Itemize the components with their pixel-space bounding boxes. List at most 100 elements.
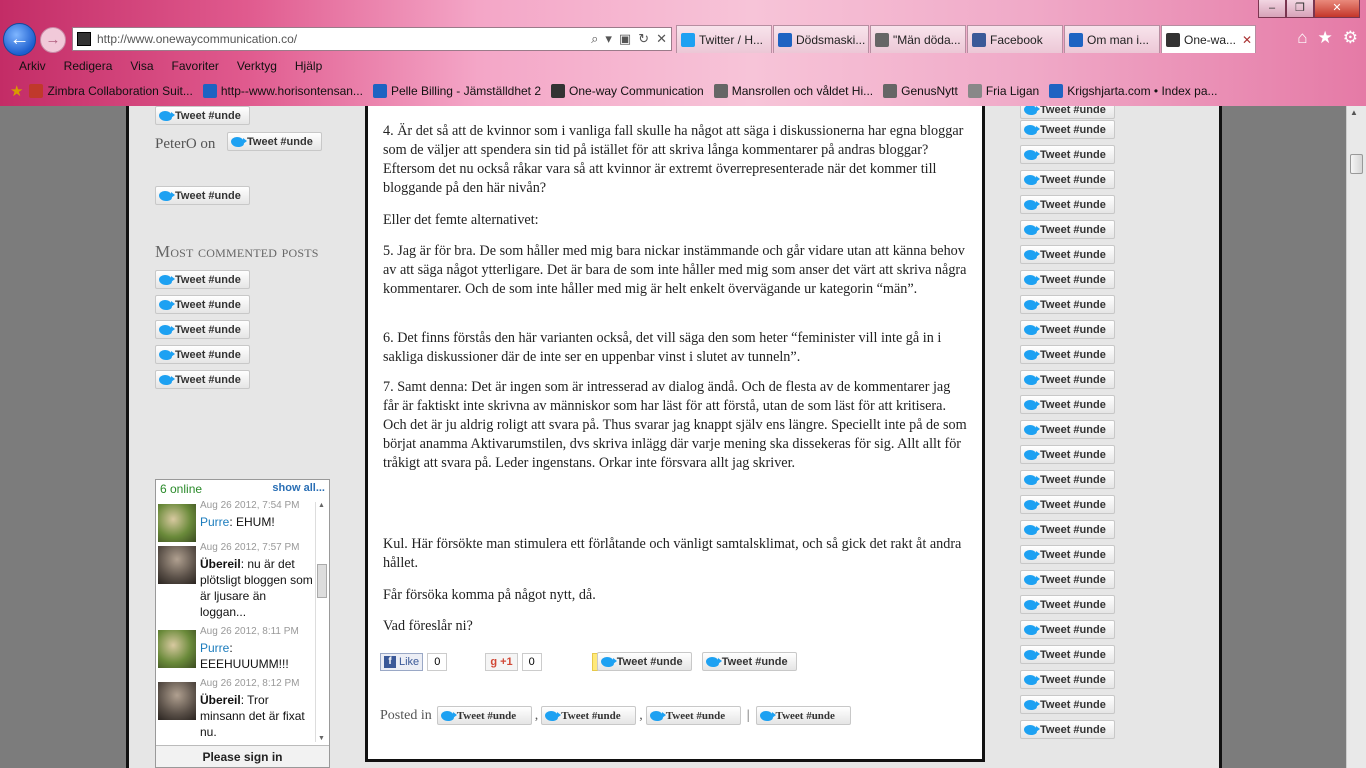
chat-scrollbar[interactable]: ▲ ▼ — [315, 502, 327, 742]
page-scrollbar[interactable]: ▲ — [1346, 106, 1366, 768]
back-button[interactable]: ← — [3, 23, 36, 56]
menu-item[interactable]: Verktyg — [228, 57, 286, 77]
sidebar-tweet-button[interactable]: Tweet #unde — [1020, 170, 1115, 189]
most-commented-tweet-button[interactable]: Tweet #unde — [155, 270, 250, 289]
sidebar-tweet-button[interactable]: Tweet #unde — [1020, 620, 1115, 639]
menu-item[interactable]: Favoriter — [163, 57, 228, 77]
twitter-bird-icon — [159, 274, 175, 285]
sidebar-tweet-button[interactable]: Tweet #unde — [1020, 670, 1115, 689]
like-count: 0 — [427, 652, 448, 671]
chat-widget: 6 online show all... Aug 26 2012, 7:54 P… — [155, 479, 330, 768]
sidebar-tweet-button[interactable]: Tweet #unde — [1020, 570, 1115, 589]
chat-show-all-link[interactable]: show all... — [272, 482, 325, 496]
favorite-link[interactable]: Krigshjarta.com • Index pa... — [1049, 84, 1218, 98]
chat-username[interactable]: Purre — [200, 515, 229, 529]
sidebar-tweet-button[interactable]: Tweet #unde — [1020, 445, 1115, 464]
sidebar-tweet-button[interactable]: Tweet #unde — [1020, 295, 1115, 314]
minimize-button[interactable]: – — [1258, 0, 1286, 18]
favorites-star-add-icon[interactable]: ★ — [10, 82, 23, 100]
sidebar-tweet-button[interactable]: Tweet #unde — [1020, 106, 1115, 119]
sidebar-tweet-button[interactable]: Tweet #unde — [1020, 720, 1115, 739]
sidebar-tweet-button[interactable]: Tweet #unde — [1020, 220, 1115, 239]
tweet-button[interactable]: Tweet #unde — [155, 106, 250, 125]
stop-icon[interactable]: ✕ — [656, 31, 667, 47]
menu-item[interactable]: Redigera — [55, 57, 122, 77]
chat-username[interactable]: Purre — [200, 641, 229, 655]
most-commented-tweet-button[interactable]: Tweet #unde — [155, 295, 250, 314]
address-bar[interactable]: http://www.onewaycommunication.co/ ⌕ ▾ ▣… — [72, 27, 672, 51]
scroll-up-icon[interactable]: ▲ — [318, 502, 325, 509]
browser-tab[interactable]: Facebook — [967, 25, 1063, 53]
browser-tab[interactable]: Om man i... — [1064, 25, 1160, 53]
category-tweet-button[interactable]: Tweet #unde — [645, 706, 741, 725]
menu-item[interactable]: Hjälp — [286, 57, 331, 77]
post-paragraph: Vad föreslår ni? — [383, 618, 473, 634]
tweet-button[interactable]: Tweet #unde — [155, 186, 250, 205]
menu-item[interactable]: Visa — [121, 57, 162, 77]
chat-username[interactable]: Übereil — [200, 557, 241, 571]
favorite-link[interactable]: Fria Ligan — [967, 84, 1039, 98]
tag-tweet-button[interactable]: Tweet #unde — [755, 706, 851, 725]
most-commented-tweet-button[interactable]: Tweet #unde — [155, 320, 250, 339]
tweet-button[interactable]: Tweet #unde — [596, 652, 692, 671]
maximize-button[interactable]: ❐ — [1286, 0, 1314, 18]
most-commented-tweet-button[interactable]: Tweet #unde — [155, 370, 250, 389]
sidebar-tweet-button[interactable]: Tweet #unde — [1020, 695, 1115, 714]
sidebar-tweet-button[interactable]: Tweet #unde — [1020, 420, 1115, 439]
sidebar-tweet-button[interactable]: Tweet #unde — [1020, 270, 1115, 289]
sidebar-tweet-button[interactable]: Tweet #unde — [1020, 495, 1115, 514]
chat-sign-in-button[interactable]: Please sign in — [156, 745, 329, 767]
tweet-button[interactable]: Tweet #unde — [227, 132, 322, 151]
google-plus-button[interactable]: g +1 — [485, 652, 518, 671]
forward-button[interactable]: → — [40, 27, 66, 53]
favorite-link[interactable]: Pelle Billing - Jämställdhet 2 — [372, 84, 541, 98]
close-window-button[interactable]: ✕ — [1314, 0, 1360, 18]
favorite-link[interactable]: Zimbra Collaboration Suit... — [29, 84, 193, 98]
sidebar-tweet-button[interactable]: Tweet #unde — [1020, 520, 1115, 539]
sidebar-tweet-button[interactable]: Tweet #unde — [1020, 320, 1115, 339]
address-url[interactable]: http://www.onewaycommunication.co/ — [97, 32, 297, 46]
facebook-like-button[interactable]: f Like — [380, 652, 424, 671]
sidebar-tweet-button[interactable]: Tweet #unde — [1020, 370, 1115, 389]
twitter-bird-icon — [159, 374, 175, 385]
browser-tab[interactable]: "Män döda... — [870, 25, 966, 53]
page-scroll-thumb[interactable] — [1350, 154, 1363, 174]
chat-username[interactable]: Übereil — [200, 693, 241, 707]
most-commented-tweet-button[interactable]: Tweet #unde — [155, 345, 250, 364]
compat-view-icon[interactable]: ▣ — [619, 31, 631, 47]
dropdown-icon[interactable]: ▾ — [605, 31, 612, 47]
sidebar-tweet-button[interactable]: Tweet #unde — [1020, 545, 1115, 564]
favorite-link[interactable]: GenusNytt — [883, 84, 958, 98]
browser-chrome: – ❐ ✕ ← → http://www.onewaycommunication… — [0, 0, 1366, 106]
tweet-button[interactable]: Tweet #unde — [701, 652, 797, 671]
sidebar-tweet-button[interactable]: Tweet #unde — [1020, 120, 1115, 139]
tools-gear-icon[interactable]: ⚙ — [1343, 28, 1358, 48]
browser-tab[interactable]: One-wa... ✕ — [1161, 25, 1256, 53]
favorite-link[interactable]: Mansrollen och våldet Hi... — [713, 84, 873, 98]
home-icon[interactable]: ⌂ — [1297, 28, 1307, 48]
menu-item[interactable]: Arkiv — [10, 57, 55, 77]
sidebar-tweet-button[interactable]: Tweet #unde — [1020, 645, 1115, 664]
category-tweet-button[interactable]: Tweet #unde — [436, 706, 532, 725]
sidebar-tweet-button[interactable]: Tweet #unde — [1020, 195, 1115, 214]
sidebar-tweet-button[interactable]: Tweet #unde — [1020, 470, 1115, 489]
favorite-label: One-way Communication — [569, 84, 704, 98]
favorite-link[interactable]: http--www.horisontensan... — [202, 84, 363, 98]
twitter-bird-icon — [159, 324, 175, 335]
search-icon[interactable]: ⌕ — [591, 31, 598, 47]
chat-scroll-thumb[interactable] — [317, 564, 327, 598]
sidebar-tweet-button[interactable]: Tweet #unde — [1020, 245, 1115, 264]
browser-tab[interactable]: Dödsmaski... — [773, 25, 869, 53]
favorites-star-icon[interactable]: ★ — [1318, 28, 1333, 48]
scroll-down-icon[interactable]: ▼ — [318, 735, 325, 742]
sidebar-tweet-button[interactable]: Tweet #unde — [1020, 395, 1115, 414]
refresh-icon[interactable]: ↻ — [638, 31, 649, 47]
sidebar-tweet-button[interactable]: Tweet #unde — [1020, 595, 1115, 614]
scroll-up-icon[interactable]: ▲ — [1350, 108, 1358, 117]
category-tweet-button[interactable]: Tweet #unde — [541, 706, 637, 725]
sidebar-tweet-button[interactable]: Tweet #unde — [1020, 145, 1115, 164]
favorite-link[interactable]: One-way Communication — [551, 84, 704, 98]
sidebar-tweet-button[interactable]: Tweet #unde — [1020, 345, 1115, 364]
browser-tab[interactable]: Twitter / H... — [676, 25, 772, 53]
tab-close-icon[interactable]: ✕ — [1242, 33, 1252, 47]
